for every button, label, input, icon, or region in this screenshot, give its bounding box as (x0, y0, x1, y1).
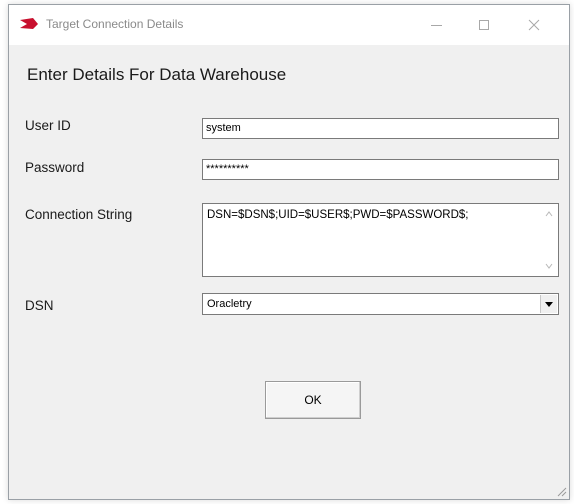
chevron-down-icon (545, 301, 553, 307)
scroll-down-icon[interactable] (545, 262, 553, 270)
connection-string-label: Connection String (25, 207, 133, 222)
resize-grip-icon[interactable] (555, 485, 567, 497)
app-logo-icon (20, 18, 38, 29)
maximize-button[interactable] (461, 5, 507, 45)
dsn-dropdown-button[interactable] (540, 295, 557, 313)
connection-string-scrollbar[interactable] (541, 204, 558, 276)
minimize-button[interactable] (413, 5, 459, 45)
maximize-icon (479, 20, 489, 30)
form-heading: Enter Details For Data Warehouse (27, 65, 287, 84)
minimize-icon (430, 24, 442, 26)
password-field[interactable]: ********** (202, 159, 559, 180)
close-icon (528, 19, 540, 31)
dialog-window: Target Connection Details Enter Details … (8, 4, 570, 500)
user-id-label: User ID (25, 118, 71, 133)
dsn-selected-value: Oracletry (207, 298, 252, 310)
window-title: Target Connection Details (46, 17, 184, 31)
title-bar: Target Connection Details (9, 5, 569, 45)
dsn-label: DSN (25, 298, 54, 313)
scroll-up-icon[interactable] (545, 210, 553, 218)
dsn-select[interactable]: Oracletry (202, 293, 559, 315)
password-label: Password (25, 160, 85, 175)
connection-string-text: DSN=$DSN$;UID=$USER$;PWD=$PASSWORD$; (207, 209, 469, 221)
connection-string-field[interactable]: DSN=$DSN$;UID=$USER$;PWD=$PASSWORD$; (202, 203, 559, 277)
close-button[interactable] (511, 5, 557, 45)
ok-button[interactable]: OK (265, 381, 361, 419)
user-id-field[interactable]: system (202, 118, 559, 139)
